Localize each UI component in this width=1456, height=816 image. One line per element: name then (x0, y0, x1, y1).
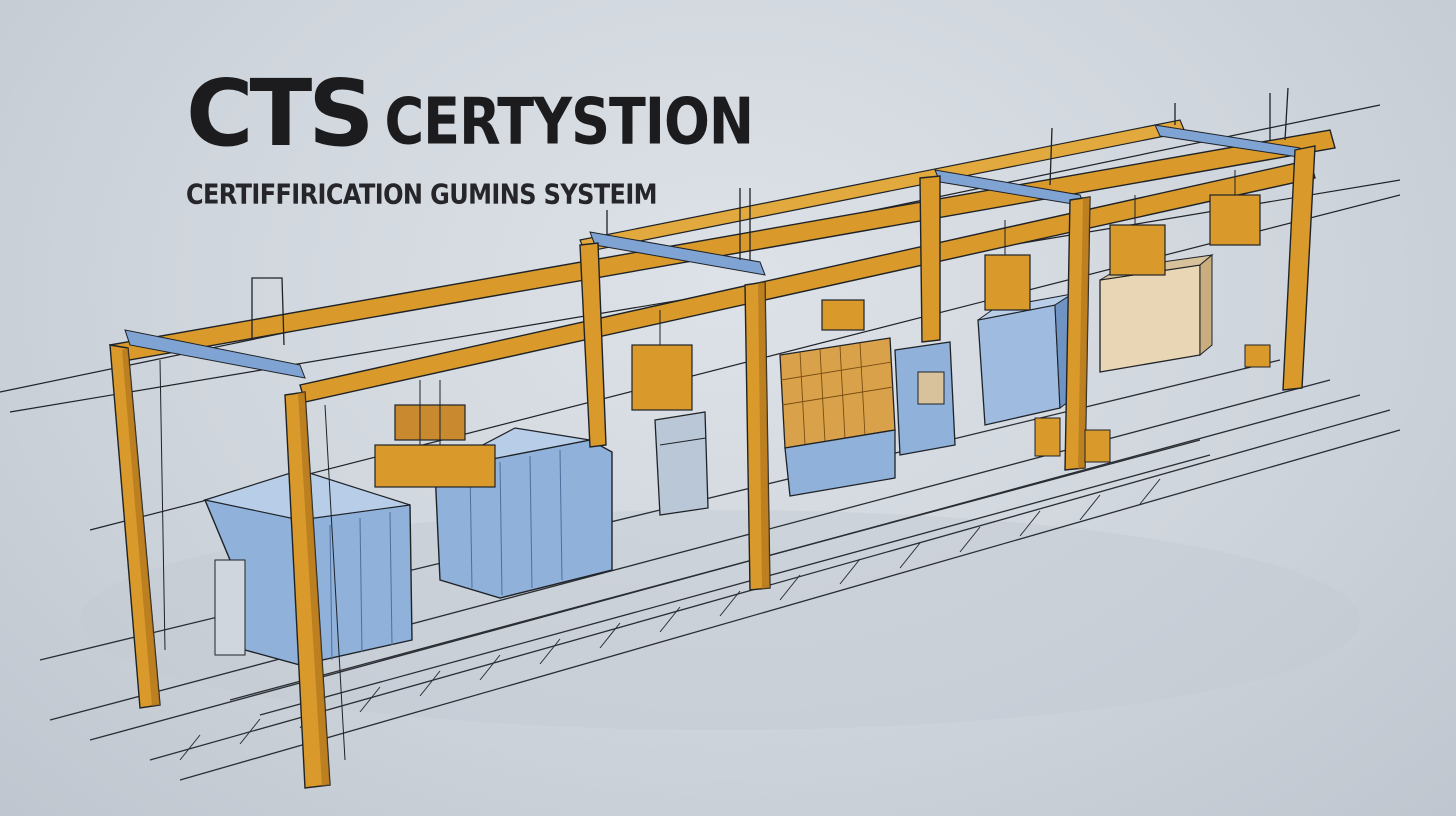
machine-blue-right (977, 293, 1077, 426)
crate-stack (779, 337, 896, 497)
cabinet-small (654, 411, 709, 516)
machine-blue-mid (894, 341, 956, 456)
gantry-illustration (0, 87, 1401, 789)
